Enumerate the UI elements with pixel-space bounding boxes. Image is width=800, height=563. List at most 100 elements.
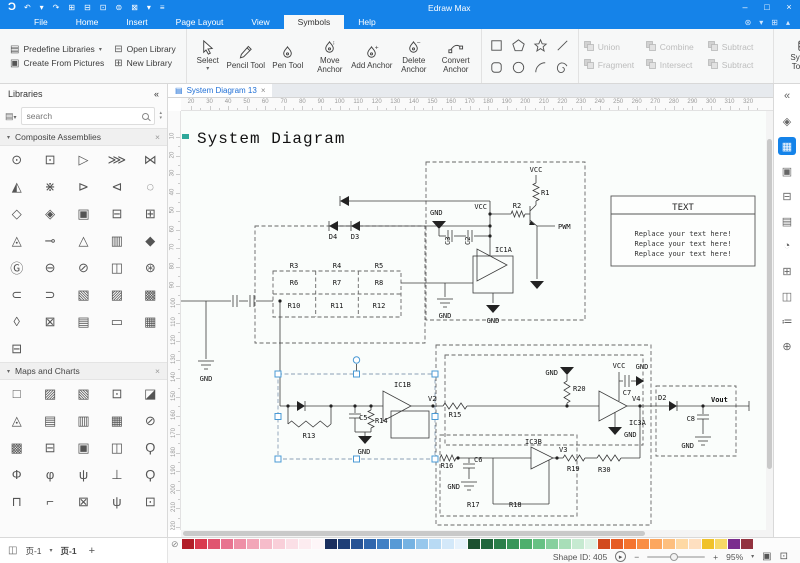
library-symbol-warning-triangle[interactable]: △	[67, 227, 100, 254]
zoom-slider[interactable]	[647, 556, 705, 558]
library-symbol-culvert[interactable]: ⊡	[134, 488, 167, 515]
library-symbol-rotary-joint[interactable]: ◆	[134, 227, 167, 254]
library-symbol-restricted[interactable]: ⊘	[134, 407, 167, 434]
rectangle-shape-button[interactable]	[486, 34, 508, 56]
color-swatch[interactable]	[637, 539, 649, 549]
collapse-panel-icon[interactable]: «	[778, 87, 796, 105]
library-symbol-tube-b[interactable]: ⊘	[67, 254, 100, 281]
color-swatch[interactable]	[312, 539, 324, 549]
library-symbol-converter-c[interactable]: ▩	[134, 281, 167, 308]
library-symbol-dashed-node[interactable]: ◌	[134, 173, 167, 200]
library-symbol-landmark[interactable]: ⊡	[100, 380, 133, 407]
menu-tab-page-layout[interactable]: Page Layout	[162, 15, 238, 29]
color-swatch[interactable]	[676, 539, 688, 549]
library-symbol-cascade-amplifier[interactable]: ⋙	[100, 146, 133, 173]
color-swatch[interactable]	[533, 539, 545, 549]
pentagon-shape-button[interactable]	[508, 34, 530, 56]
add-anchor-button[interactable]: +Add Anchor	[351, 43, 393, 70]
library-symbol-diode-a[interactable]: ⊳	[67, 173, 100, 200]
library-symbol-region-diag[interactable]: ▧	[67, 380, 100, 407]
color-swatch[interactable]	[715, 539, 727, 549]
drawing-canvas[interactable]: System Diagram TEXT Replace your text he…	[181, 111, 766, 530]
color-swatch[interactable]	[429, 539, 441, 549]
library-symbol-driver-box[interactable]: ▣	[67, 200, 100, 227]
library-symbol-region-hatch[interactable]: ▨	[33, 380, 66, 407]
color-swatch[interactable]	[442, 539, 454, 549]
open-library-button[interactable]: ⊟Open Library	[114, 44, 176, 55]
library-symbol-tube-a[interactable]: ⊖	[33, 254, 66, 281]
color-swatch[interactable]	[741, 539, 753, 549]
color-swatch[interactable]	[663, 539, 675, 549]
move-anchor-button[interactable]: ↕Move Anchor	[309, 38, 351, 74]
library-symbol-survey-point[interactable]: Ϙ	[134, 461, 167, 488]
outline-icon[interactable]: ≔	[778, 312, 796, 330]
color-swatch[interactable]	[403, 539, 415, 549]
arc-shape-button[interactable]	[530, 56, 552, 78]
library-symbol-coupler[interactable]: ⋈	[134, 146, 167, 173]
notes-icon[interactable]: ▤	[778, 212, 796, 230]
library-symbol-bridge[interactable]: ⊓	[0, 488, 33, 515]
settings-icon[interactable]: ⊛	[745, 18, 752, 27]
clipart-icon[interactable]: ◫	[778, 287, 796, 305]
line-shape-button[interactable]	[552, 34, 574, 56]
page-overview-icon[interactable]: ◫	[8, 545, 17, 556]
collapse-panel-icon[interactable]: «	[154, 89, 159, 99]
page-menu-caret-icon[interactable]: ▾	[50, 547, 53, 554]
library-symbol-region-plain[interactable]: □	[0, 380, 33, 407]
library-symbol-fan-amplifier[interactable]: ◭	[0, 173, 33, 200]
library-symbol-field-a[interactable]: ▤	[33, 407, 66, 434]
color-swatch[interactable]	[338, 539, 350, 549]
library-symbol-column-zone[interactable]: ◫	[100, 434, 133, 461]
delete-anchor-button[interactable]: −Delete Anchor	[393, 38, 435, 74]
color-swatch[interactable]	[364, 539, 376, 549]
color-swatch[interactable]	[195, 539, 207, 549]
color-swatch[interactable]	[351, 539, 363, 549]
horizontal-scrollbar[interactable]	[181, 530, 773, 537]
library-symbol-contact-box[interactable]: ▥	[100, 227, 133, 254]
library-symbol-mountain-zone[interactable]: ◬	[0, 407, 33, 434]
convert-anchor-button[interactable]: Convert Anchor	[435, 38, 477, 74]
color-swatch[interactable]	[728, 539, 740, 549]
color-swatch[interactable]	[572, 539, 584, 549]
library-symbol-voltmeter[interactable]: ⊙	[0, 146, 33, 173]
library-menu-icon[interactable]: ▤▾	[5, 111, 17, 122]
predefine-libraries-button[interactable]: ▤Predefine Libraries▾	[10, 44, 104, 55]
close-tab-icon[interactable]: ×	[261, 86, 266, 95]
text-block[interactable]: TEXT Replace your text here! Replace you…	[611, 196, 755, 266]
color-swatch[interactable]	[520, 539, 532, 549]
new-library-button[interactable]: ⊞New Library	[114, 58, 176, 69]
color-swatch[interactable]	[494, 539, 506, 549]
library-symbol-resistor-pack[interactable]: ⊟	[100, 200, 133, 227]
color-swatch[interactable]	[598, 539, 610, 549]
color-swatch[interactable]	[325, 539, 337, 549]
document-tab[interactable]: ▤ System Diagram 13 ×	[168, 84, 272, 97]
color-swatch[interactable]	[182, 539, 194, 549]
library-symbol-socket-left[interactable]: ⊂	[0, 281, 33, 308]
tables-icon[interactable]: ⊞	[778, 262, 796, 280]
fullscreen-icon[interactable]: ▣	[762, 551, 771, 562]
library-symbol-region-half[interactable]: ◪	[134, 380, 167, 407]
color-swatch[interactable]	[689, 539, 701, 549]
library-symbol-marker[interactable]: ▣	[67, 434, 100, 461]
library-symbol-spark-gap[interactable]: ⋇	[33, 173, 66, 200]
library-symbol-probe[interactable]: ⊸	[33, 227, 66, 254]
no-fill-icon[interactable]: ⊘	[171, 539, 179, 550]
page-menu-label[interactable]: 页-1	[25, 545, 41, 557]
menu-tab-insert[interactable]: Insert	[112, 15, 161, 29]
color-swatch[interactable]	[273, 539, 285, 549]
undo-caret-icon[interactable]: ▾	[40, 0, 44, 15]
color-swatch[interactable]	[416, 539, 428, 549]
select-tool-button[interactable]: Select▾	[191, 38, 225, 74]
library-symbol-grid-zone[interactable]: ▩	[0, 434, 33, 461]
library-symbol-mixer[interactable]: ◊	[0, 308, 33, 335]
color-swatch[interactable]	[650, 539, 662, 549]
library-symbol-socket-right[interactable]: ⊃	[33, 281, 66, 308]
library-symbol-tree-pine[interactable]: ψ	[67, 461, 100, 488]
zoom-out-button[interactable]: −	[634, 552, 639, 562]
add-page-button[interactable]: +	[89, 545, 95, 557]
section-header-composite-assemblies[interactable]: ▾ Composite Assemblies ×	[0, 128, 167, 146]
pen-tool-button[interactable]: Pen Tool	[267, 43, 309, 70]
create-from-pictures-button[interactable]: ▣Create From Pictures	[10, 58, 104, 69]
zoom-slider-knob[interactable]	[670, 553, 678, 561]
library-symbol-relay-box[interactable]: ⊞	[134, 200, 167, 227]
